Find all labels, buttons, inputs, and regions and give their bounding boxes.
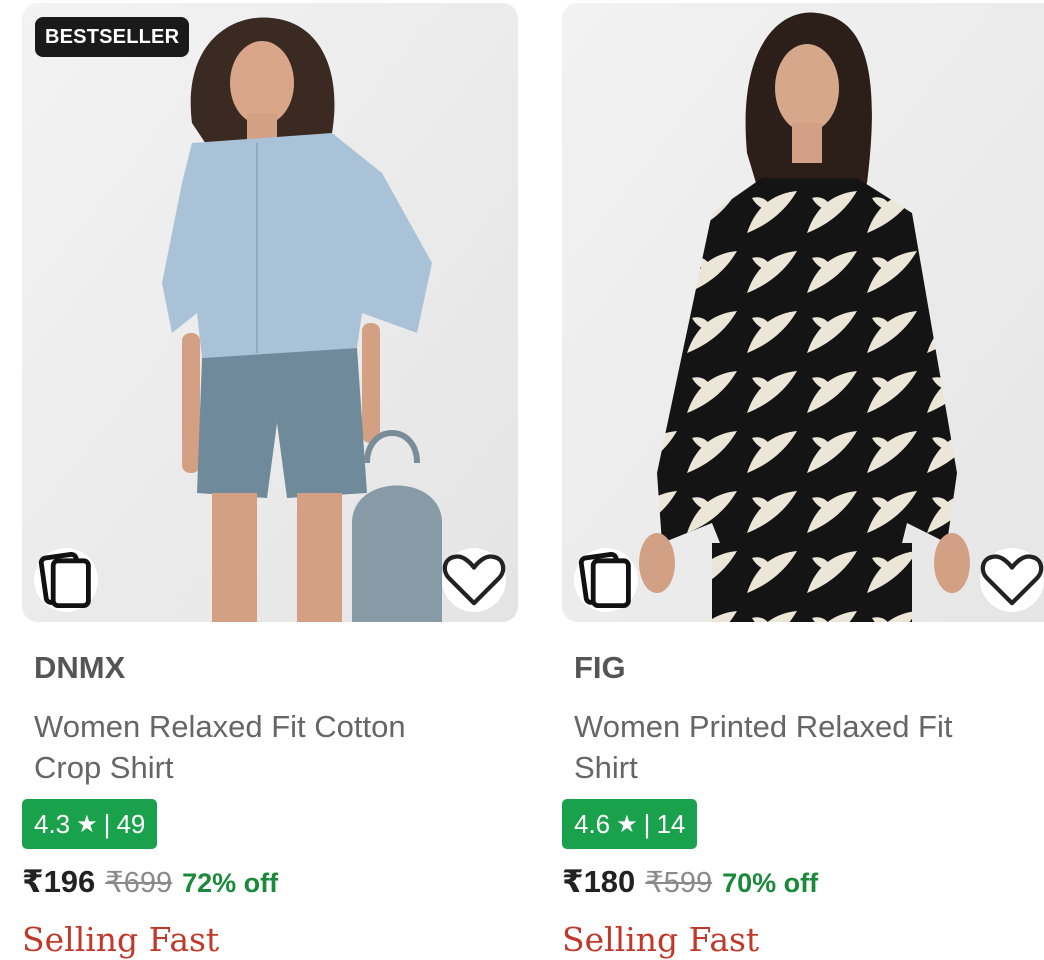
rating-count: 49 bbox=[116, 808, 146, 839]
wishlist-button[interactable] bbox=[442, 548, 506, 612]
product-image[interactable] bbox=[562, 3, 1044, 622]
product-brand: FIG bbox=[574, 650, 626, 685]
urgency-label: Selling Fast bbox=[22, 920, 220, 959]
price-row: ₹180 ₹599 70% off bbox=[562, 864, 818, 900]
selling-price: ₹180 bbox=[562, 864, 636, 899]
heart-icon bbox=[442, 554, 506, 606]
rating-value: 4.6 bbox=[574, 808, 611, 839]
discount-label: 70% off bbox=[722, 868, 819, 898]
selling-price: ₹196 bbox=[22, 864, 96, 899]
product-image[interactable]: BESTSELLER bbox=[22, 3, 518, 622]
similar-products-button[interactable] bbox=[574, 548, 638, 612]
product-title[interactable]: Women Printed Relaxed Fit Shirt bbox=[574, 706, 1014, 788]
similar-products-button[interactable] bbox=[34, 548, 98, 612]
similar-products-icon bbox=[578, 551, 631, 608]
product-title[interactable]: Women Relaxed Fit Cotton Crop Shirt bbox=[34, 706, 474, 788]
rating-separator: | bbox=[103, 808, 111, 839]
rating-separator: | bbox=[643, 808, 651, 839]
similar-products-icon bbox=[38, 551, 91, 608]
heart-icon bbox=[980, 554, 1044, 606]
star-icon: ★ bbox=[616, 810, 638, 838]
rating-badge: 4.6 ★ | 14 bbox=[562, 799, 698, 849]
product-grid: BESTSELLER DNMX Women Relaxed Fit Cotton… bbox=[0, 0, 1044, 960]
urgency-label: Selling Fast bbox=[562, 920, 760, 959]
rating-value: 4.3 bbox=[34, 808, 71, 839]
product-brand: DNMX bbox=[34, 650, 126, 685]
bestseller-badge: BESTSELLER bbox=[35, 17, 190, 57]
star-icon: ★ bbox=[76, 810, 98, 838]
product-card[interactable]: FIG Women Printed Relaxed Fit Shirt 4.6 … bbox=[562, 0, 1044, 960]
original-price: ₹599 bbox=[645, 867, 713, 899]
rating-badge: 4.3 ★ | 49 bbox=[22, 799, 158, 849]
discount-label: 72% off bbox=[182, 868, 279, 898]
rating-count: 14 bbox=[656, 808, 686, 839]
original-price: ₹699 bbox=[105, 867, 173, 899]
wishlist-button[interactable] bbox=[980, 548, 1044, 612]
price-row: ₹196 ₹699 72% off bbox=[22, 864, 278, 900]
product-card[interactable]: BESTSELLER DNMX Women Relaxed Fit Cotton… bbox=[22, 0, 518, 960]
